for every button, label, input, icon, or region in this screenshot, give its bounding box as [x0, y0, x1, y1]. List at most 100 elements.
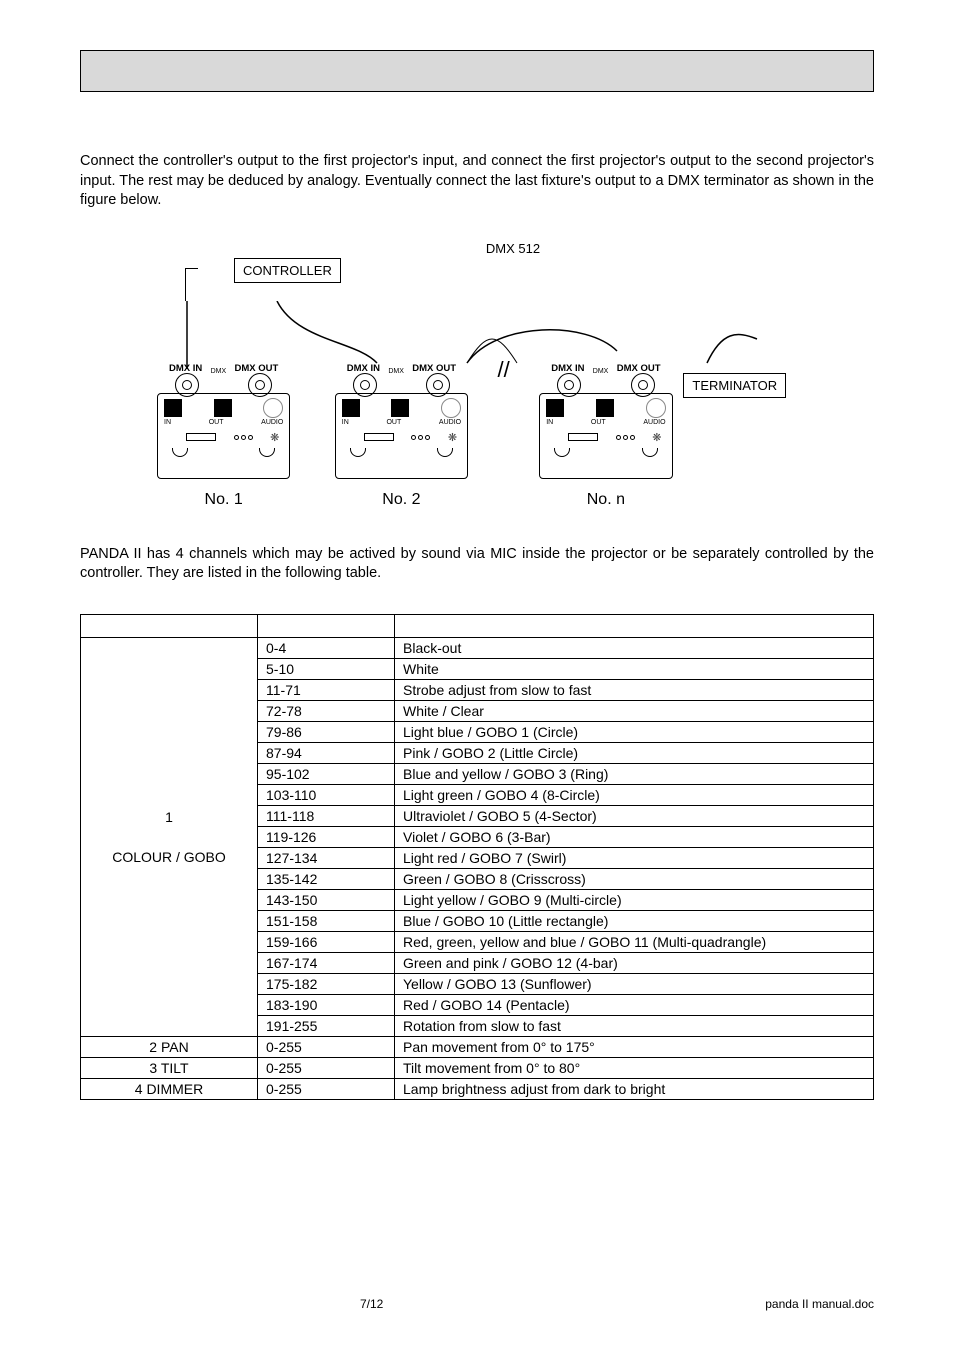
foot-icon [642, 448, 658, 457]
terminator: TERMINATOR [673, 363, 797, 398]
cell-value: 11-71 [258, 679, 395, 700]
foot-icon [437, 448, 453, 457]
table-row: 2 PAN 0-255 Pan movement from 0° to 175° [81, 1036, 874, 1057]
cell-desc: Light red / GOBO 7 (Swirl) [395, 847, 874, 868]
audio-label: AUDIO [261, 419, 283, 426]
slot-icon [364, 433, 394, 441]
in-label: IN [546, 419, 553, 426]
port-out-icon [214, 399, 232, 417]
cell-value: 5-10 [258, 658, 395, 679]
intro-paragraph: Connect the controller's output to the f… [80, 152, 874, 211]
fixture-n: DMX IN DMX DMX OUT [539, 363, 672, 509]
dmx-small-label: DMX [593, 368, 609, 375]
cell-desc: Strobe adjust from slow to fast [395, 679, 874, 700]
cell-value: 191-255 [258, 1015, 395, 1036]
dmx-small-label: DMX [211, 368, 227, 375]
port-out-icon [596, 399, 614, 417]
cell-desc: Light blue / GOBO 1 (Circle) [395, 721, 874, 742]
cell-desc: Pink / GOBO 2 (Little Circle) [395, 742, 874, 763]
cell-desc: Green / GOBO 8 (Crisscross) [395, 868, 874, 889]
cell-desc: White / Clear [395, 700, 874, 721]
table-header-row [81, 614, 874, 637]
cell-value: 159-166 [258, 931, 395, 952]
port-in-icon [342, 399, 360, 417]
cell-value: 87-94 [258, 742, 395, 763]
cell-value: 0-255 [258, 1078, 395, 1099]
cell-value: 143-150 [258, 889, 395, 910]
caption-no1: No. 1 [157, 491, 290, 509]
page-footer: 7/12 panda II manual.doc [80, 1297, 874, 1311]
foot-icon [554, 448, 570, 457]
cell-desc: Blue / GOBO 10 (Little rectangle) [395, 910, 874, 931]
out-label: OUT [209, 419, 224, 426]
vent-icon: ❋ [652, 431, 661, 444]
cell-desc: Light yellow / GOBO 9 (Multi-circle) [395, 889, 874, 910]
foot-icon [172, 448, 188, 457]
cell-desc: Red, green, yellow and blue / GOBO 11 (M… [395, 931, 874, 952]
dmx-small-label: DMX [388, 368, 404, 375]
audio-port-icon [263, 398, 283, 418]
vent-icon: ❋ [448, 431, 457, 444]
controller-box: CONTROLLER [234, 258, 341, 283]
cell-value: 151-158 [258, 910, 395, 931]
page-number: 7/12 [360, 1297, 383, 1311]
terminator-box: TERMINATOR [683, 373, 786, 398]
audio-label: AUDIO [643, 419, 665, 426]
cell-value: 127-134 [258, 847, 395, 868]
dmx-diagram: DMX 512 CONTROLLER DMX IN DMX DMX OU [80, 241, 874, 509]
dmx-channel-table: 1 COLOUR / GOBO 0-4 Black-out 5-10White … [80, 614, 874, 1100]
cell-value: 72-78 [258, 700, 395, 721]
cell-value: 119-126 [258, 826, 395, 847]
cell-value: 0-4 [258, 637, 395, 658]
cell-desc: Red / GOBO 14 (Pentacle) [395, 994, 874, 1015]
cell-value: 95-102 [258, 763, 395, 784]
channel-number: 1 [89, 809, 249, 825]
table-intro-paragraph: PANDA II has 4 channels which may be act… [80, 545, 874, 584]
slot-icon [186, 433, 216, 441]
cell-desc: Rotation from slow to fast [395, 1015, 874, 1036]
cell-desc: Pan movement from 0° to 175° [395, 1036, 874, 1057]
caption-no2: No. 2 [335, 491, 468, 509]
cell-value: 183-190 [258, 994, 395, 1015]
cell-desc: White [395, 658, 874, 679]
port-in-icon [164, 399, 182, 417]
channel-label: 2 PAN [81, 1036, 258, 1057]
caption-non: No. n [539, 491, 672, 509]
vent-icon: ❋ [270, 431, 279, 444]
cell-desc: Light green / GOBO 4 (8-Circle) [395, 784, 874, 805]
cell-desc: Black-out [395, 637, 874, 658]
cell-desc: Yellow / GOBO 13 (Sunflower) [395, 973, 874, 994]
header-banner [80, 50, 874, 92]
channel-name: COLOUR / GOBO [89, 849, 249, 865]
foot-icon [350, 448, 366, 457]
audio-label: AUDIO [439, 419, 461, 426]
cell-value: 135-142 [258, 868, 395, 889]
cell-value: 0-255 [258, 1057, 395, 1078]
leds-icon [234, 435, 253, 440]
doc-name: panda II manual.doc [765, 1297, 874, 1311]
cell-value: 175-182 [258, 973, 395, 994]
leds-icon [616, 435, 635, 440]
out-label: OUT [386, 419, 401, 426]
channel-label: 4 DIMMER [81, 1078, 258, 1099]
slot-icon [568, 433, 598, 441]
chain-break-icon: // [468, 357, 539, 383]
fixture-2: DMX IN DMX DMX OUT [335, 363, 468, 509]
cell-desc: Blue and yellow / GOBO 3 (Ring) [395, 763, 874, 784]
page: Connect the controller's output to the f… [0, 0, 954, 1351]
port-out-icon [391, 399, 409, 417]
fixture-1: DMX IN DMX DMX OUT [157, 363, 290, 509]
port-in-icon [546, 399, 564, 417]
channel-label: 3 TILT [81, 1057, 258, 1078]
cell-desc: Ultraviolet / GOBO 5 (4-Sector) [395, 805, 874, 826]
audio-port-icon [441, 398, 461, 418]
cell-value: 111-118 [258, 805, 395, 826]
cell-value: 0-255 [258, 1036, 395, 1057]
audio-port-icon [646, 398, 666, 418]
leds-icon [411, 435, 430, 440]
dmx512-label: DMX 512 [229, 241, 797, 256]
cell-value: 79-86 [258, 721, 395, 742]
table-row: 4 DIMMER 0-255 Lamp brightness adjust fr… [81, 1078, 874, 1099]
out-label: OUT [591, 419, 606, 426]
cell-value: 103-110 [258, 784, 395, 805]
